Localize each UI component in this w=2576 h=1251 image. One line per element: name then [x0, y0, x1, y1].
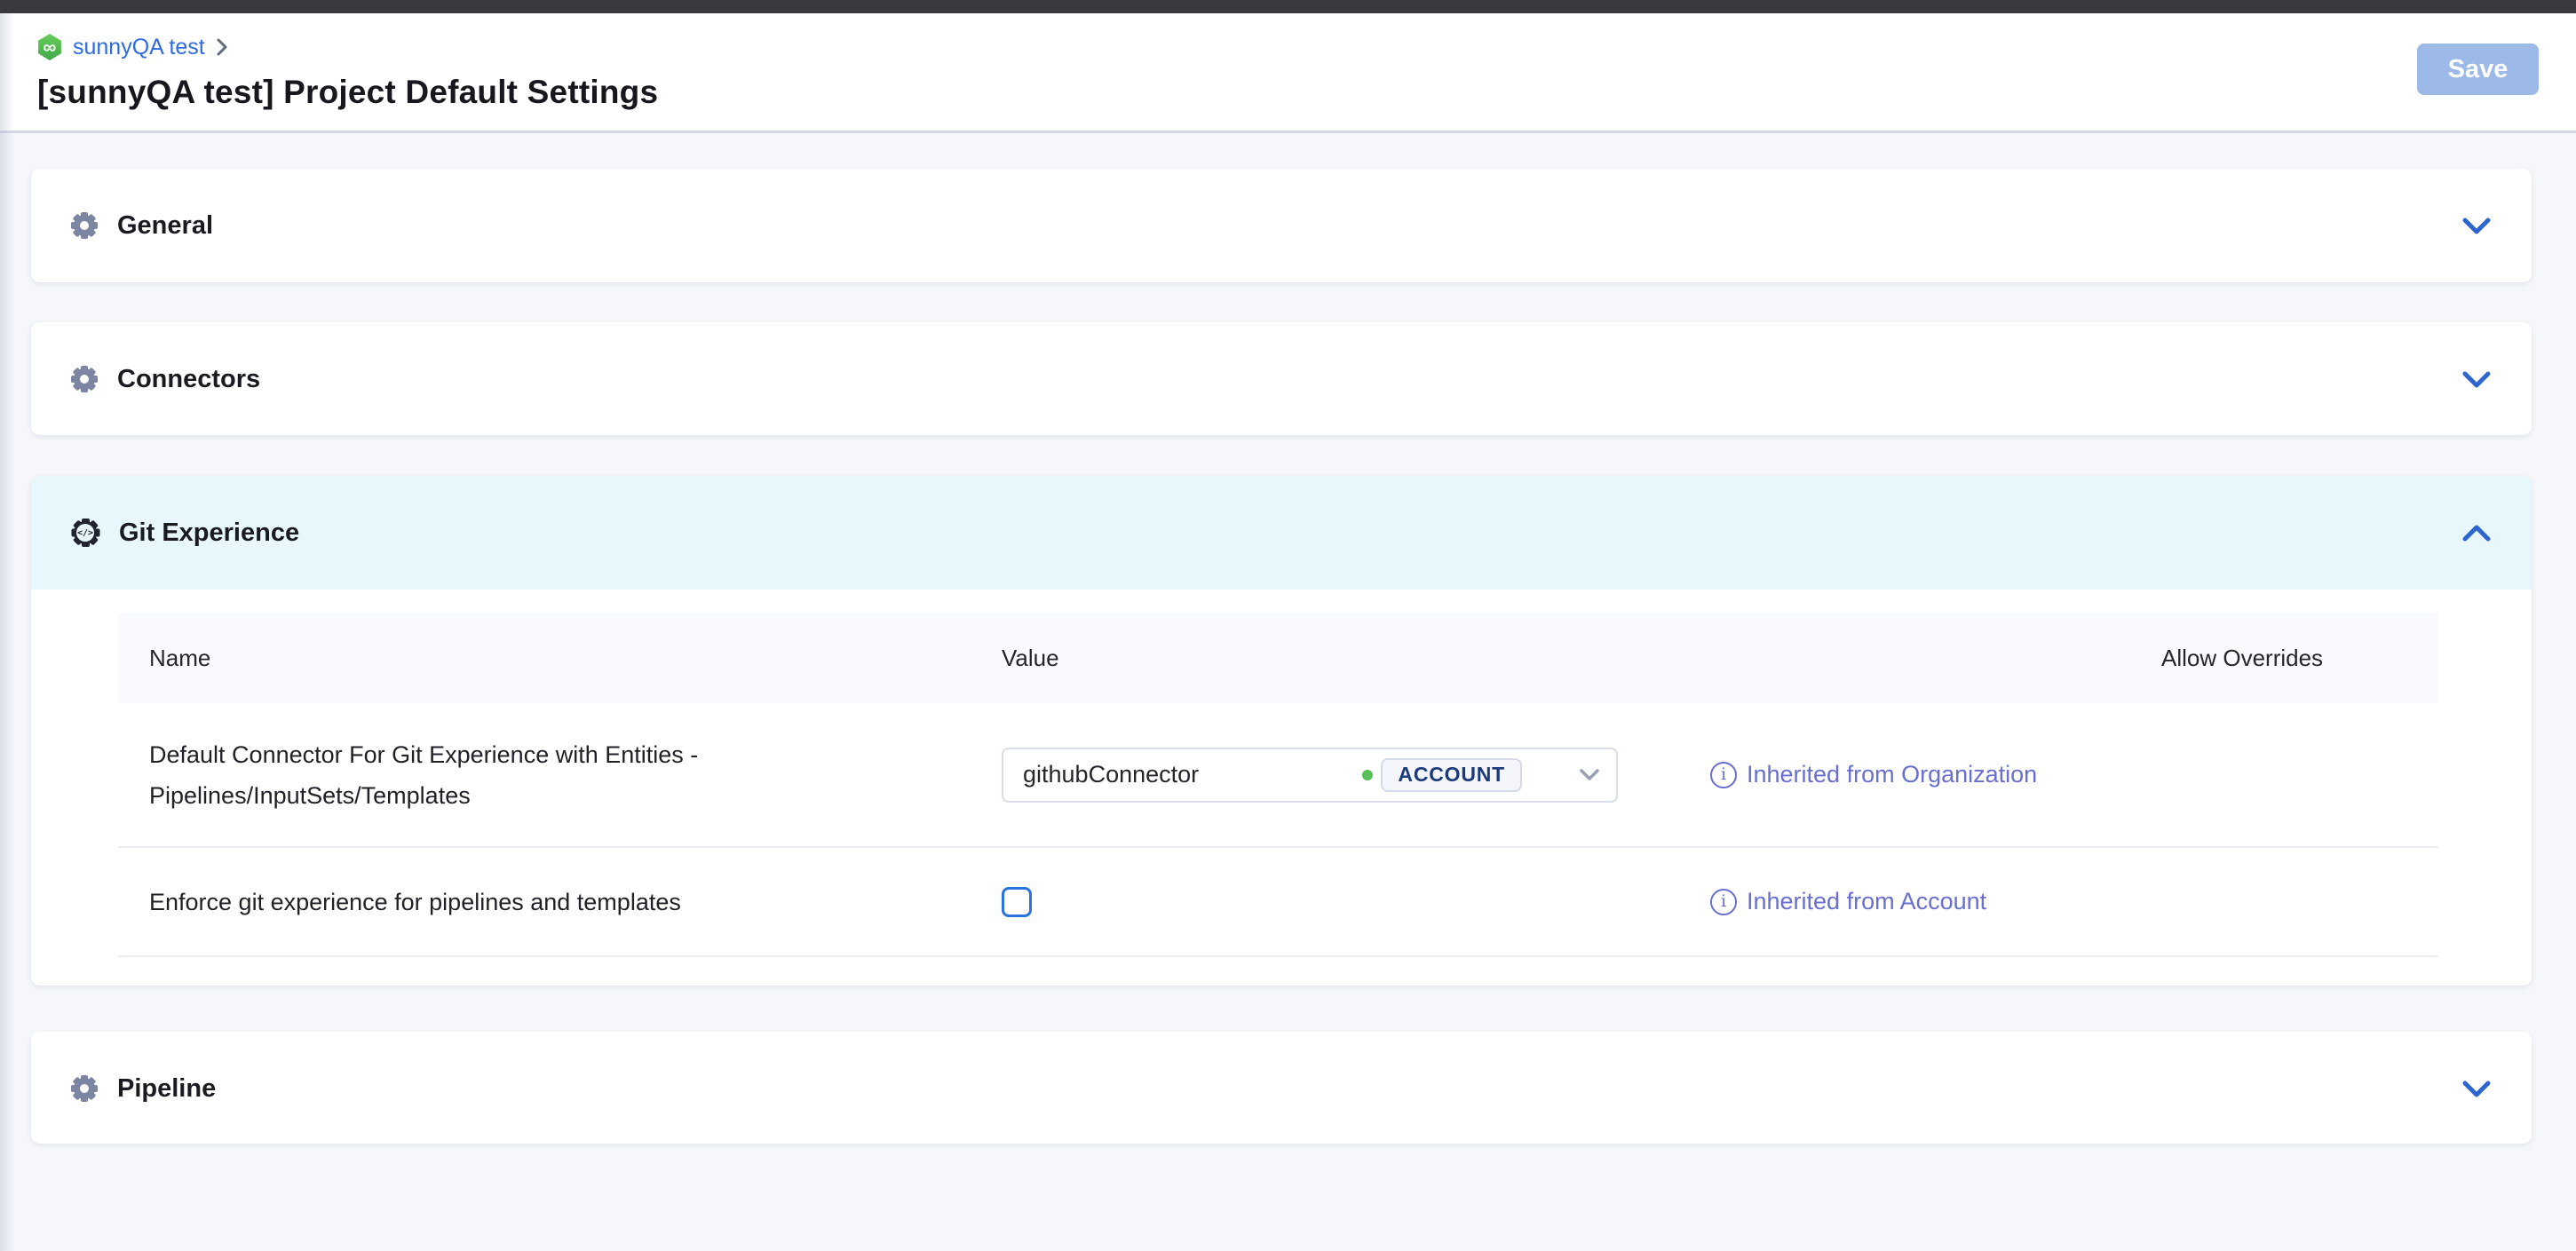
- git-settings-table: Name Value Allow Overrides Default Conne…: [118, 613, 2438, 957]
- setting-name: Enforce git experience for pipelines and…: [118, 882, 1002, 922]
- project-icon: [37, 34, 62, 60]
- accordion-header-connectors[interactable]: Connectors: [31, 322, 2532, 436]
- accordion-header-pipeline[interactable]: Pipeline: [31, 1032, 2532, 1145]
- chevron-up-icon[interactable]: [2461, 524, 2492, 542]
- inherited-label: Inherited from Organization: [1747, 761, 2037, 788]
- table-row: Default Connector For Git Experience wit…: [118, 703, 2438, 848]
- gear-icon: [71, 1075, 98, 1102]
- inherited-from-account[interactable]: Inherited from Account: [1710, 888, 1986, 915]
- inherited-from-organization[interactable]: Inherited from Organization: [1710, 761, 2037, 788]
- table-row: Enforce git experience for pipelines and…: [118, 848, 2438, 957]
- section-title-general: General: [117, 211, 213, 241]
- info-icon: [1710, 762, 1737, 788]
- column-header-value: Value: [1002, 645, 2161, 672]
- accordion-header-git-experience[interactable]: Git Experience: [31, 476, 2532, 590]
- column-header-name: Name: [118, 645, 1002, 672]
- gear-icon: [71, 212, 98, 239]
- chevron-down-icon[interactable]: [2461, 370, 2492, 389]
- breadcrumb[interactable]: sunnyQA test: [37, 33, 2539, 61]
- accordion-header-general[interactable]: General: [31, 169, 2532, 282]
- connector-status-dot: [1362, 770, 1373, 780]
- info-icon: [1710, 889, 1737, 915]
- section-card-connectors: Connectors: [31, 322, 2532, 435]
- section-card-general: General: [31, 169, 2532, 282]
- section-title-connectors: Connectors: [117, 365, 260, 394]
- section-title-git-experience: Git Experience: [119, 519, 299, 548]
- selected-connector-value: githubConnector: [1023, 761, 1199, 788]
- chevron-down-icon[interactable]: [2461, 217, 2492, 235]
- chevron-down-icon: [1579, 768, 1600, 781]
- column-header-allow-overrides: Allow Overrides: [2161, 645, 2438, 672]
- section-title-pipeline: Pipeline: [117, 1074, 216, 1104]
- save-button[interactable]: Save: [2417, 44, 2539, 95]
- enforce-git-experience-checkbox[interactable]: [1002, 887, 1032, 917]
- setting-name: Default Connector For Git Experience wit…: [118, 734, 1002, 816]
- default-connector-select[interactable]: githubConnector ACCOUNT: [1002, 748, 1618, 803]
- top-window-bar: [0, 0, 2576, 13]
- breadcrumb-project-link[interactable]: sunnyQA test: [73, 35, 205, 60]
- scope-badge: ACCOUNT: [1381, 758, 1522, 792]
- chevron-down-icon[interactable]: [2461, 1080, 2492, 1098]
- chevron-right-icon: [216, 37, 228, 57]
- table-header-row: Name Value Allow Overrides: [118, 613, 2438, 703]
- git-settings-gear-icon: [71, 519, 99, 547]
- gear-icon: [71, 366, 98, 392]
- page-header: sunnyQA test [sunnyQA test] Project Defa…: [0, 13, 2576, 133]
- section-card-git-experience: Git Experience Name Value Allow Override…: [31, 476, 2532, 986]
- page-title: [sunnyQA test] Project Default Settings: [37, 74, 2539, 111]
- left-edge-shadow: [0, 13, 14, 1251]
- section-card-pipeline: Pipeline: [31, 1032, 2532, 1144]
- inherited-label: Inherited from Account: [1747, 888, 1986, 915]
